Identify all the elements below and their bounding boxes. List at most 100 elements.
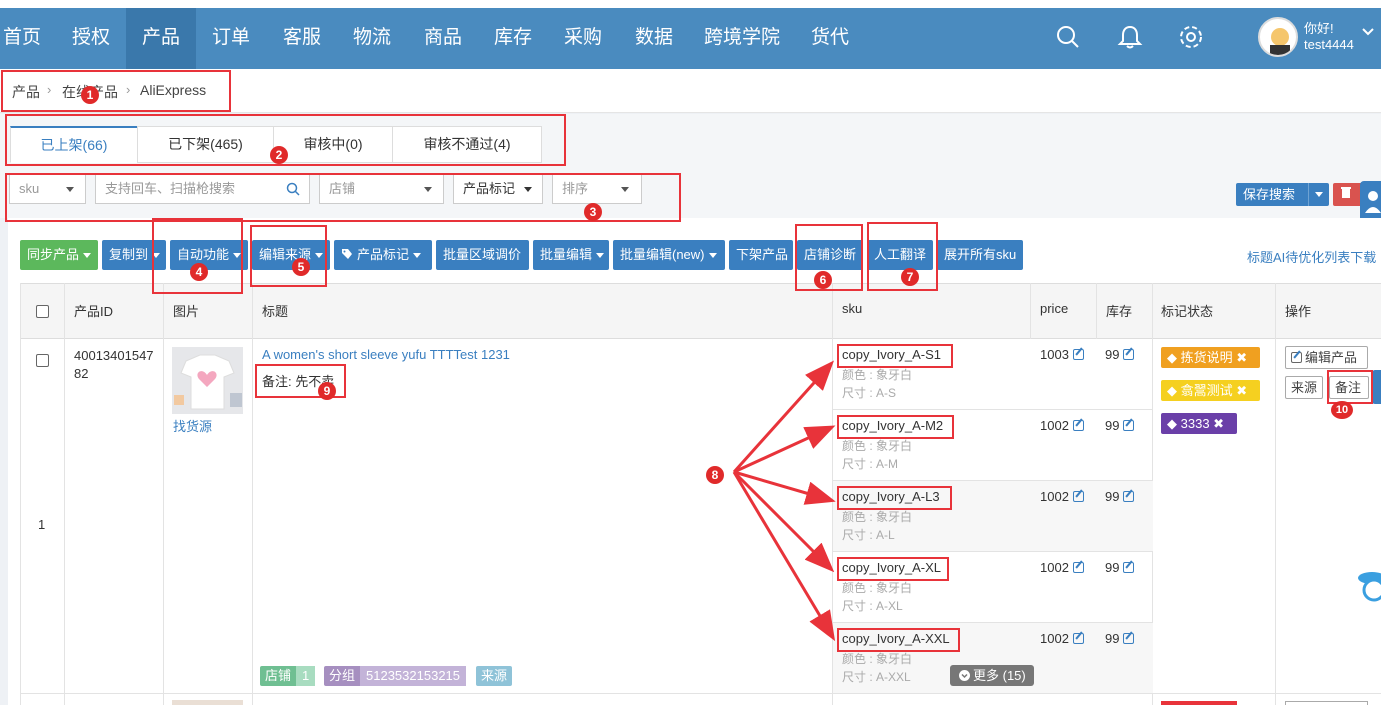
sku-stock[interactable]: 99 — [1105, 489, 1135, 504]
sku-price-value: 1002 — [1040, 489, 1069, 504]
select-all-checkbox[interactable] — [36, 305, 49, 318]
next-row-tag — [1161, 701, 1237, 705]
product-mark-button[interactable]: 产品标记 — [334, 240, 432, 270]
sku-color: 颜色 : 象牙白 — [842, 510, 913, 524]
nav-item-home[interactable]: 首页 — [0, 8, 44, 69]
sync-products-button[interactable]: 同步产品 — [20, 240, 98, 270]
mascot-icon[interactable] — [1352, 562, 1381, 606]
nav-item-inventory[interactable]: 库存 — [478, 8, 548, 69]
mark-tag[interactable]: ◆ 拣货说明 ✖ — [1161, 347, 1260, 368]
avatar[interactable] — [1258, 17, 1298, 57]
floating-helper-tab[interactable] — [1360, 181, 1381, 223]
batch-edit-button[interactable]: 批量编辑 — [533, 240, 609, 270]
mark-tag[interactable]: ◆ 翕翯测试 ✖ — [1161, 380, 1260, 401]
product-id: 4001340154782 — [74, 348, 154, 381]
edit-icon[interactable] — [1123, 562, 1135, 573]
row-checkbox[interactable] — [36, 354, 49, 367]
close-icon[interactable]: ✖ — [1236, 350, 1247, 365]
save-search-button[interactable]: 保存搜索 — [1236, 183, 1329, 206]
sku-stock-value: 99 — [1105, 560, 1120, 575]
trash-icon — [1341, 187, 1351, 198]
nav-item-academy[interactable]: 跨境学院 — [697, 8, 787, 69]
top-stripe — [0, 0, 1381, 8]
nav-item-auth[interactable]: 授权 — [56, 8, 126, 69]
sku-price-value: 1002 — [1040, 418, 1069, 433]
find-source-link[interactable]: 找货源 — [173, 416, 212, 435]
header-sku: sku — [842, 301, 863, 316]
source-button[interactable]: 来源 — [1285, 376, 1323, 399]
user-info[interactable]: 你好! test4444 — [1304, 21, 1354, 53]
sku-price[interactable]: 1002 — [1040, 418, 1084, 433]
column-divider — [163, 283, 164, 705]
group-label-value: 5123532153215 — [360, 666, 467, 686]
gear-icon[interactable] — [1178, 24, 1204, 50]
annotation-badge: 6 — [814, 271, 832, 289]
column-divider — [1275, 283, 1276, 705]
edit-icon[interactable] — [1072, 491, 1084, 502]
search-icon[interactable] — [1055, 24, 1081, 50]
product-image — [172, 347, 243, 414]
sku-stock[interactable]: 99 — [1105, 631, 1135, 646]
header-price[interactable]: price — [1040, 301, 1068, 316]
edit-icon[interactable] — [1123, 633, 1135, 644]
delist-button[interactable]: 下架产品 — [729, 240, 793, 270]
group-label: 分组 5123532153215 — [324, 666, 467, 686]
annotation-box-sku — [837, 557, 949, 581]
nav-item-logistics[interactable]: 物流 — [337, 8, 407, 69]
caret-down-icon — [708, 253, 717, 259]
sku-stock[interactable]: 99 — [1105, 347, 1135, 362]
sku-size: 尺寸 : A-S — [842, 386, 897, 400]
nav-item-data[interactable]: 数据 — [619, 8, 689, 69]
nav-item-forwarder[interactable]: 货代 — [795, 8, 865, 69]
caret-down-icon — [83, 253, 92, 259]
ai-optimize-download-link[interactable]: 标题AI待优化列表下载 — [1247, 247, 1376, 266]
batch-edit-new-label: 批量编辑(new) — [620, 247, 705, 262]
floating-side-tab[interactable] — [1372, 370, 1381, 404]
next-row-thumbnail — [172, 700, 243, 705]
edit-icon[interactable] — [1072, 349, 1084, 360]
more-skus-label: 更多 (15) — [973, 668, 1026, 683]
nav-item-product[interactable]: 产品 — [126, 8, 196, 69]
sku-price[interactable]: 1003 — [1040, 347, 1084, 362]
more-skus-button[interactable]: 更多 (15) — [950, 665, 1034, 686]
sku-price[interactable]: 1002 — [1040, 560, 1084, 575]
edit-icon[interactable] — [1123, 491, 1135, 502]
column-divider — [1030, 283, 1031, 339]
nav-item-service[interactable]: 客服 — [267, 8, 337, 69]
sku-price[interactable]: 1002 — [1040, 489, 1084, 504]
product-title-link[interactable]: A women's short sleeve yufu TTTTest 1231 — [262, 347, 510, 362]
close-icon[interactable]: ✖ — [1236, 383, 1247, 398]
expand-all-sku-button[interactable]: 展开所有sku — [937, 240, 1023, 270]
annotation-box-edit-source — [250, 225, 327, 287]
edit-icon[interactable] — [1123, 420, 1135, 431]
username: test4444 — [1304, 37, 1354, 52]
edit-icon[interactable] — [1072, 420, 1084, 431]
annotation-box-sku — [837, 628, 960, 652]
tag-icon: ◆ — [1167, 383, 1177, 398]
header-stock[interactable]: 库存 — [1106, 301, 1132, 320]
close-icon[interactable]: ✖ — [1213, 416, 1224, 431]
nav-item-order[interactable]: 订单 — [196, 8, 266, 69]
mark-tag[interactable]: ◆ 3333 ✖ — [1161, 413, 1237, 434]
nav-item-purchase[interactable]: 采购 — [548, 8, 618, 69]
chevron-down-icon[interactable] — [1362, 28, 1374, 36]
edit-product-button[interactable]: 编辑产品 — [1285, 346, 1368, 369]
edit-icon[interactable] — [1072, 633, 1084, 644]
annotation-box-sku — [837, 415, 954, 439]
edit-icon[interactable] — [1123, 349, 1135, 360]
bell-icon[interactable] — [1117, 24, 1143, 50]
sync-products-label: 同步产品 — [27, 247, 80, 262]
sku-stock-value: 99 — [1105, 418, 1120, 433]
batch-region-price-button[interactable]: 批量区域调价 — [436, 240, 529, 270]
nav-item-goods[interactable]: 商品 — [408, 8, 478, 69]
next-row-button — [1285, 701, 1368, 705]
sku-stock[interactable]: 99 — [1105, 560, 1135, 575]
header-image: 图片 — [173, 304, 200, 319]
batch-edit-new-button[interactable]: 批量编辑(new) — [613, 240, 725, 270]
header-product-id[interactable]: 产品ID — [74, 301, 113, 320]
sku-price[interactable]: 1002 — [1040, 631, 1084, 646]
annotation-box-filters — [5, 173, 681, 222]
product-thumbnail[interactable] — [172, 347, 243, 414]
edit-icon[interactable] — [1072, 562, 1084, 573]
sku-stock[interactable]: 99 — [1105, 418, 1135, 433]
